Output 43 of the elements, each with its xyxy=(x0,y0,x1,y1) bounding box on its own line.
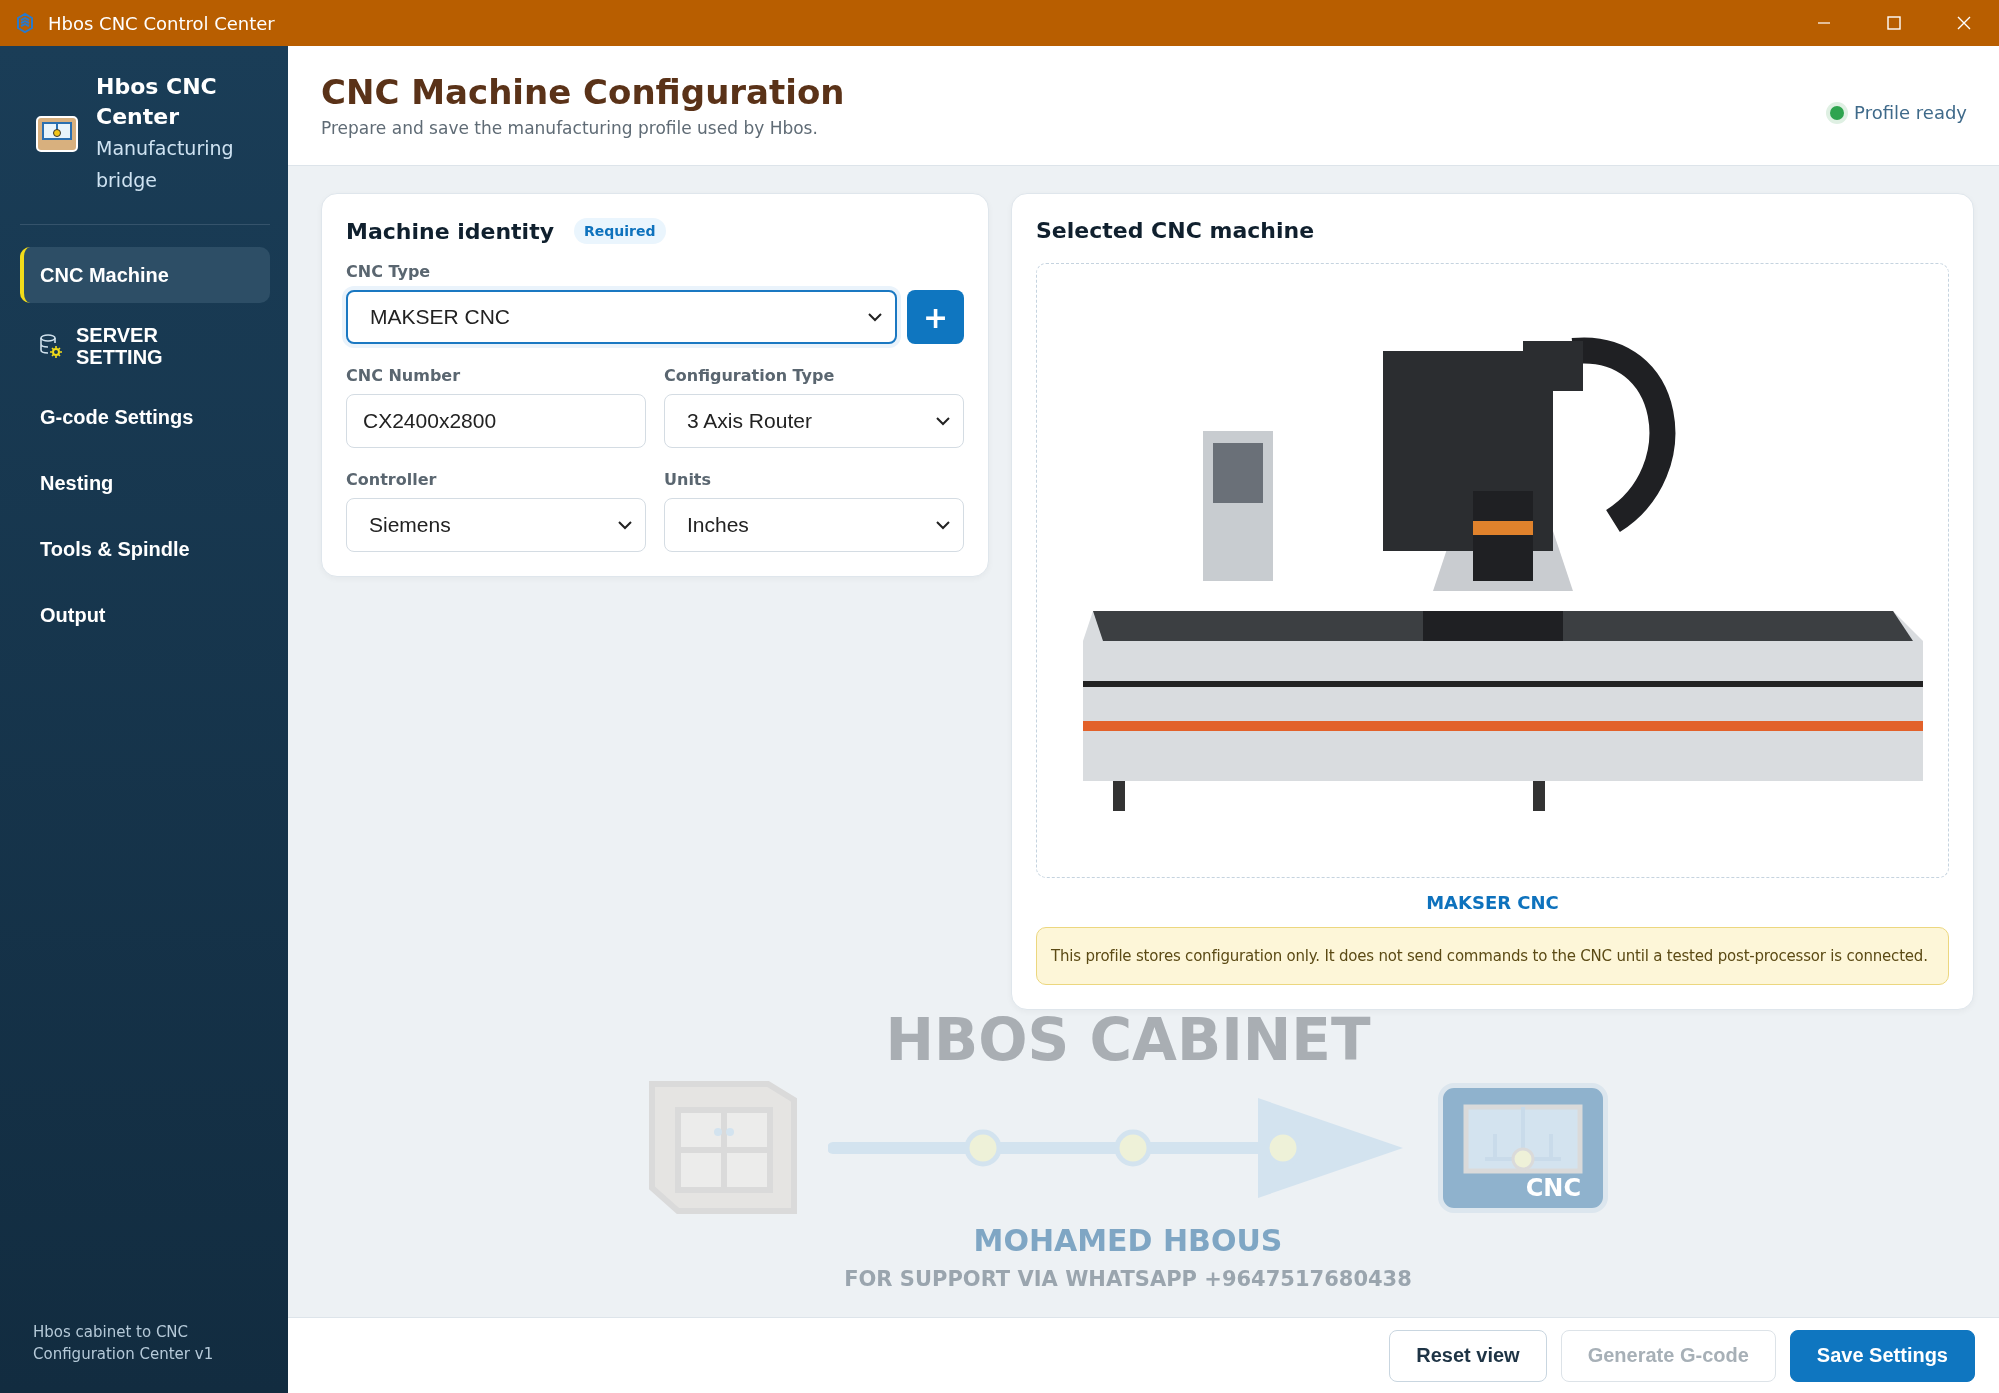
chevron-down-icon xyxy=(617,520,633,530)
add-button[interactable]: + xyxy=(907,290,964,344)
page-subtitle: Prepare and save the manufacturing profile used by Hbos. xyxy=(321,118,819,138)
app-logo-icon xyxy=(14,12,36,34)
nav-item[interactable]: CNC Machine xyxy=(20,247,270,303)
chevron-down-icon xyxy=(935,416,951,426)
text-field[interactable]: CX2400x2800 xyxy=(346,394,646,448)
field-label: CNC Number xyxy=(346,366,462,385)
support-line: FOR SUPPORT VIA WHATSAPP +9647517680438 xyxy=(844,1266,1412,1292)
window-title: Hbos CNC Control Center xyxy=(48,12,276,34)
cnc-machine-icon xyxy=(1463,1103,1583,1174)
status-label: Profile ready xyxy=(1854,102,1967,123)
field-label: CNC Type xyxy=(346,262,432,281)
nav-item[interactable]: Tools & Spindle xyxy=(20,521,270,577)
author-name: MOHAMED HBOUS xyxy=(973,1223,1283,1258)
backdrop-headline: HBOS CABINET xyxy=(885,1008,1371,1072)
info-notice: This profile stores configuration only. It does not send commands to the CNC until a tested post-processor is connected. xyxy=(1036,927,1949,985)
field-label: Units xyxy=(664,470,713,489)
page-title: CNC Machine Configuration xyxy=(321,71,846,114)
field-label: Controller xyxy=(346,470,438,489)
brand-subtitle: Manufacturing bridge xyxy=(96,136,235,193)
nav-item[interactable]: Nesting xyxy=(20,455,270,511)
select-field[interactable]: Inches xyxy=(664,498,964,552)
action-button[interactable]: Reset view xyxy=(1389,1329,1547,1382)
cnc-logo-icon xyxy=(36,116,78,152)
nav-item[interactable]: SERVER SETTING xyxy=(20,313,270,379)
cabinet-icon xyxy=(648,1080,798,1215)
action-button[interactable]: Save Settings xyxy=(1789,1329,1975,1382)
card-title: Machine identity xyxy=(346,218,554,244)
cnc-badge-label: CNC xyxy=(1525,1173,1581,1202)
required-badge: Required xyxy=(574,218,666,244)
chevron-down-icon xyxy=(935,520,951,530)
field-label: Configuration Type xyxy=(664,366,836,385)
select-field[interactable]: Siemens xyxy=(346,498,646,552)
version-label: Hbos cabinet to CNC Configuration Center v1 xyxy=(32,1322,215,1365)
card-title: Selected CNC machine xyxy=(1036,218,1316,243)
nav-item[interactable]: G-code Settings xyxy=(20,389,270,445)
database-gear-icon xyxy=(40,334,62,358)
machine-caption: MAKSER CNC xyxy=(1425,892,1560,913)
select-field[interactable]: 3 Axis Router xyxy=(664,394,964,448)
nav-item[interactable]: Output xyxy=(20,587,270,643)
brand-title: Hbos CNC Center xyxy=(96,73,218,131)
chevron-down-icon xyxy=(867,312,883,322)
